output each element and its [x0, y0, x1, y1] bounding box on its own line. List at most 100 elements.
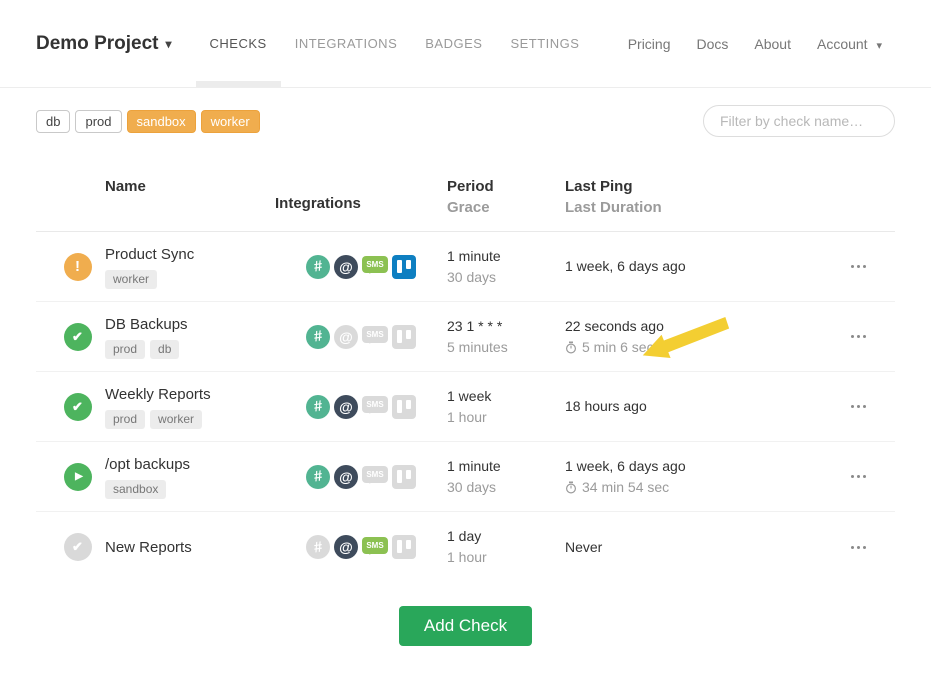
- integration-icons: #@SMS: [275, 302, 447, 371]
- period-value: 1 week: [447, 386, 565, 407]
- duration-text: 34 min 54 sec: [582, 477, 669, 498]
- check-tags: proddb: [105, 340, 275, 359]
- row-menu-button[interactable]: [847, 329, 869, 344]
- period-value: 1 day: [447, 526, 565, 547]
- integration-icons: #@SMS: [275, 512, 447, 582]
- check-row[interactable]: ! Product Sync worker #@SMS 1 minute 30 …: [36, 232, 895, 302]
- row-menu-button[interactable]: [847, 540, 869, 555]
- trello-icon[interactable]: [392, 325, 416, 349]
- tag-filter-worker[interactable]: worker: [201, 110, 260, 133]
- email-icon[interactable]: @: [334, 465, 358, 489]
- check-name: New Reports: [105, 538, 275, 557]
- check-row[interactable]: ✔ DB Backups proddb #@SMS 23 1 * * * 5 m…: [36, 302, 895, 372]
- stopwatch-icon: [565, 341, 577, 354]
- sms-icon[interactable]: SMS: [362, 537, 388, 554]
- project-tabs: CHECKS INTEGRATIONS BADGES SETTINGS: [196, 0, 594, 87]
- link-pricing[interactable]: Pricing: [615, 36, 684, 52]
- sms-icon[interactable]: SMS: [362, 256, 388, 273]
- check-row[interactable]: ▶ /opt backups sandbox #@SMS 1 minute 30…: [36, 442, 895, 512]
- status-icon[interactable]: ▶: [64, 463, 92, 491]
- check-rows: ! Product Sync worker #@SMS 1 minute 30 …: [36, 232, 895, 582]
- tag-filter-prod[interactable]: prod: [75, 110, 121, 133]
- add-check-button[interactable]: Add Check: [399, 606, 532, 646]
- check-name: /opt backups: [105, 455, 275, 474]
- check-row[interactable]: ✔ New Reports #@SMS 1 day 1 hour Never: [36, 512, 895, 582]
- trello-icon[interactable]: [392, 465, 416, 489]
- tag-filter-sandbox[interactable]: sandbox: [127, 110, 196, 133]
- tab-integrations[interactable]: INTEGRATIONS: [281, 0, 412, 87]
- account-label: Account: [817, 36, 868, 52]
- row-menu-button[interactable]: [847, 399, 869, 414]
- actions-bar: Add Check: [0, 606, 931, 646]
- grace-value: 1 hour: [447, 547, 565, 568]
- account-menu[interactable]: Account ▾: [804, 36, 895, 52]
- integration-icons: #@SMS: [275, 372, 447, 441]
- header-grace: Grace: [447, 197, 565, 218]
- check-row[interactable]: ✔ Weekly Reports prod worker #@SMS 1 week…: [36, 372, 895, 442]
- link-about[interactable]: About: [741, 36, 804, 52]
- slack-icon[interactable]: #: [306, 325, 330, 349]
- slack-icon[interactable]: #: [306, 535, 330, 559]
- email-icon[interactable]: @: [334, 395, 358, 419]
- check-tags: prod worker: [105, 410, 275, 429]
- grace-value: 1 hour: [447, 407, 565, 428]
- period-value: 23 1 * * *: [447, 316, 565, 337]
- slack-icon[interactable]: #: [306, 255, 330, 279]
- last-ping-value: 22 seconds ago: [565, 316, 805, 337]
- checks-table: Name Integrations Period Grace Last Ping…: [36, 167, 895, 582]
- check-tag: worker: [105, 270, 157, 289]
- site-links: Pricing Docs About Account ▾: [615, 0, 895, 87]
- last-ping-value: Never: [565, 537, 805, 558]
- duration-text: 5 min 6 sec: [582, 337, 654, 358]
- sms-icon[interactable]: SMS: [362, 326, 388, 343]
- status-icon[interactable]: ✔: [64, 393, 92, 421]
- trello-icon[interactable]: [392, 535, 416, 559]
- chevron-down-icon: ▾: [165, 37, 171, 51]
- project-title: Demo Project: [36, 33, 158, 55]
- grace-value: 30 days: [447, 267, 565, 288]
- project-switcher[interactable]: Demo Project ▾: [36, 0, 172, 87]
- trello-icon[interactable]: [392, 255, 416, 279]
- sms-icon[interactable]: SMS: [362, 466, 388, 483]
- check-tags: worker: [105, 270, 275, 289]
- check-tag: sandbox: [105, 480, 166, 499]
- period-value: 1 minute: [447, 456, 565, 477]
- check-name-filter-input[interactable]: [703, 105, 895, 137]
- header-last-ping: Last Ping: [565, 176, 805, 197]
- tab-settings[interactable]: SETTINGS: [496, 0, 593, 87]
- top-navigation: Demo Project ▾ CHECKS INTEGRATIONS BADGE…: [0, 0, 931, 88]
- sms-icon[interactable]: SMS: [362, 396, 388, 413]
- header-last-duration: Last Duration: [565, 197, 805, 218]
- check-tag: prod: [105, 410, 145, 429]
- tab-checks[interactable]: CHECKS: [196, 0, 281, 87]
- slack-icon[interactable]: #: [306, 465, 330, 489]
- header-period: Period: [447, 176, 565, 197]
- row-menu-button[interactable]: [847, 259, 869, 274]
- row-menu-button[interactable]: [847, 469, 869, 484]
- slack-icon[interactable]: #: [306, 395, 330, 419]
- check-tag: worker: [150, 410, 202, 429]
- email-icon[interactable]: @: [334, 325, 358, 349]
- tag-filter-db[interactable]: db: [36, 110, 70, 133]
- link-docs[interactable]: Docs: [683, 36, 741, 52]
- chevron-down-icon: ▾: [876, 40, 882, 52]
- grace-value: 5 minutes: [447, 337, 565, 358]
- status-icon[interactable]: ✔: [64, 533, 92, 561]
- check-name: Product Sync: [105, 245, 275, 264]
- last-ping-value: 18 hours ago: [565, 396, 805, 417]
- header-integrations: Integrations: [275, 193, 361, 214]
- status-icon[interactable]: !: [64, 253, 92, 281]
- email-icon[interactable]: @: [334, 255, 358, 279]
- trello-icon[interactable]: [392, 395, 416, 419]
- last-ping-value: 1 week, 6 days ago: [565, 256, 805, 277]
- check-tag: prod: [105, 340, 145, 359]
- email-icon[interactable]: @: [334, 535, 358, 559]
- header-name: Name: [105, 176, 275, 197]
- check-name: Weekly Reports: [105, 385, 275, 404]
- tab-badges[interactable]: BADGES: [411, 0, 496, 87]
- integration-icons: #@SMS: [275, 442, 447, 511]
- integration-icons: #@SMS: [275, 232, 447, 301]
- last-ping-value: 1 week, 6 days ago: [565, 456, 805, 477]
- status-icon[interactable]: ✔: [64, 323, 92, 351]
- last-duration-value: 5 min 6 sec: [565, 337, 805, 358]
